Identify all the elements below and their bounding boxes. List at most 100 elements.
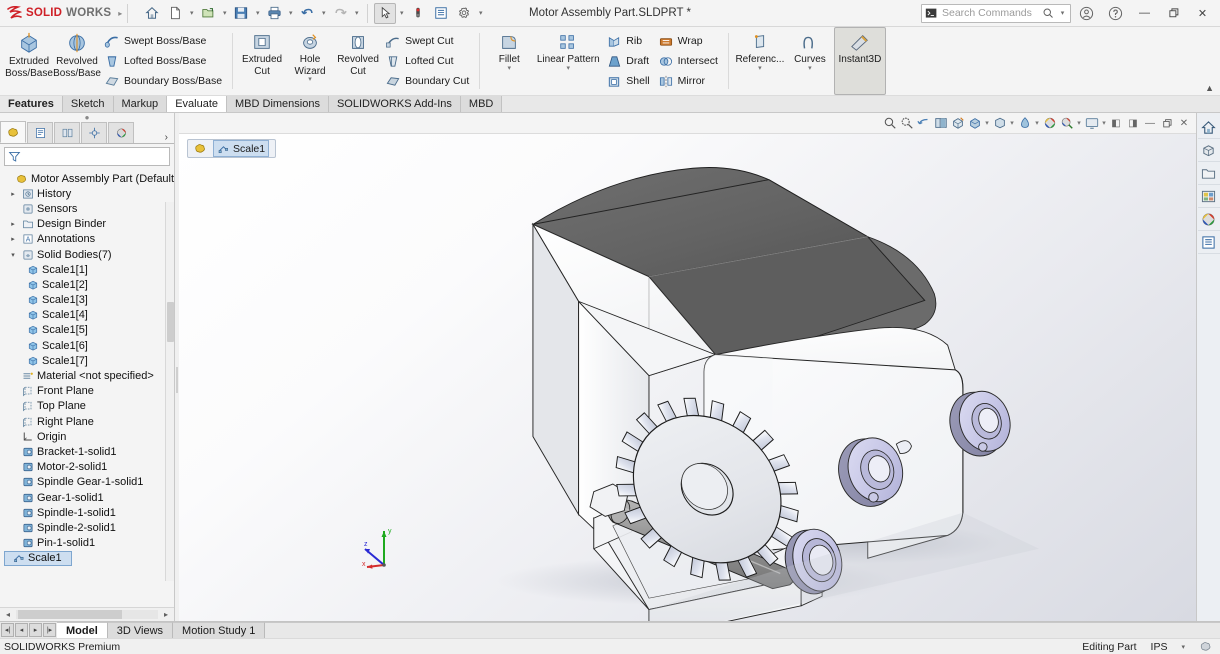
redo-caret[interactable]: ▾	[352, 9, 361, 17]
logo-dropdown-caret[interactable]: ▸	[118, 9, 122, 18]
zoom-to-area-icon[interactable]	[898, 114, 915, 132]
curves-button[interactable]: Curves ▾	[786, 27, 834, 95]
minimize-doc-icon[interactable]: —	[1142, 115, 1158, 131]
feature-manager-tab[interactable]	[0, 121, 26, 143]
select-cursor-icon[interactable]	[374, 2, 397, 24]
lofted-cut-button[interactable]: Lofted Cut	[382, 51, 474, 71]
display-style-caret[interactable]: ▾	[983, 119, 991, 127]
tree-filter-input[interactable]	[4, 147, 170, 166]
solidworks-logo[interactable]: SOLID WORKS	[0, 6, 111, 20]
last-tab-button[interactable]: |▸	[43, 623, 56, 637]
edit-appearance-icon[interactable]	[1016, 114, 1033, 132]
print-caret[interactable]: ▾	[286, 9, 295, 17]
open-file-caret[interactable]: ▾	[220, 9, 229, 17]
property-manager-tab[interactable]	[27, 122, 53, 143]
swept-boss-base-button[interactable]: Swept Boss/Base	[101, 31, 227, 51]
design-library-icon[interactable]	[1197, 140, 1220, 162]
tree-item-body[interactable]: Scale1[3]	[0, 293, 174, 308]
tree-item-pin[interactable]: Pin-1-solid1	[0, 536, 174, 551]
view-settings-caret[interactable]: ▾	[1075, 119, 1083, 127]
search-input[interactable]: Search Commands	[942, 7, 1038, 19]
viewport-layout-icon[interactable]	[1083, 114, 1100, 132]
prev-tab-button[interactable]: ◂	[15, 623, 28, 637]
hide-show-caret[interactable]: ▾	[1008, 119, 1016, 127]
tree-item-sensors[interactable]: Sensors	[0, 201, 174, 216]
curves-caret[interactable]: ▾	[808, 65, 812, 72]
breadcrumb-feature[interactable]: Scale1	[213, 140, 270, 157]
panel-more-tabs-arrow[interactable]: ›	[165, 132, 174, 143]
tab-features[interactable]: Features	[0, 95, 63, 112]
reference-geometry-button[interactable]: Referenc... ▾	[734, 27, 786, 95]
panel-auto-hide-pin[interactable]: ●	[0, 113, 174, 122]
tree-arrow[interactable]: ▸	[8, 235, 18, 243]
view-palette-icon[interactable]	[1197, 186, 1220, 208]
redo-icon[interactable]	[329, 3, 351, 24]
custom-properties-icon[interactable]	[1197, 232, 1220, 254]
tree-item-spindle-2[interactable]: Spindle-2-solid1	[0, 520, 174, 535]
new-file-caret[interactable]: ▾	[187, 9, 196, 17]
breadcrumb[interactable]: Scale1	[187, 139, 277, 158]
hscroll-thumb[interactable]	[18, 610, 122, 619]
bottom-tab-motion-study[interactable]: Motion Study 1	[173, 622, 266, 638]
account-icon[interactable]	[1073, 2, 1100, 24]
tree-horizontal-scrollbar[interactable]: ◂ ▸	[0, 607, 174, 621]
tree-item-body[interactable]: Scale1[7]	[0, 353, 174, 368]
search-dropdown-caret[interactable]: ▾	[1058, 9, 1067, 17]
tree-item-spindle-gear[interactable]: Spindle Gear-1-solid1	[0, 475, 174, 490]
view-orientation-icon[interactable]	[949, 114, 966, 132]
swept-cut-button[interactable]: Swept Cut	[382, 31, 474, 51]
restore-doc-icon[interactable]	[1159, 115, 1175, 131]
intersect-button[interactable]: Intersect	[655, 51, 723, 71]
linear-pattern-caret[interactable]: ▾	[567, 65, 571, 72]
open-folder-icon[interactable]	[197, 3, 219, 24]
tree-item-motor[interactable]: Motor-2-solid1	[0, 460, 174, 475]
tree-item-material[interactable]: Material <not specified>	[0, 368, 174, 383]
draft-button[interactable]: Draft	[603, 51, 654, 71]
revolved-boss-base-button[interactable]: Revolved Boss/Base	[53, 27, 101, 95]
tree-item-spindle-1[interactable]: Spindle-1-solid1	[0, 505, 174, 520]
linear-pattern-button[interactable]: Linear Pattern ▾	[533, 27, 603, 95]
tree-item-body[interactable]: Scale1[4]	[0, 308, 174, 323]
scroll-left-arrow[interactable]: ◂	[2, 610, 14, 619]
save-icon[interactable]	[230, 3, 252, 24]
tree-arrow[interactable]: ▸	[8, 190, 18, 198]
tree-item-bracket[interactable]: Bracket-1-solid1	[0, 444, 174, 459]
status-units-label[interactable]: IPS	[1151, 641, 1168, 653]
dimxpert-manager-tab[interactable]	[81, 122, 107, 143]
tab-markup[interactable]: Markup	[113, 95, 168, 112]
home-icon[interactable]	[141, 3, 163, 24]
tab-sketch[interactable]: Sketch	[62, 95, 114, 112]
tab-mbd[interactable]: MBD	[460, 95, 503, 112]
lofted-boss-base-button[interactable]: Lofted Boss/Base	[101, 51, 227, 71]
tree-item-design-binder[interactable]: ▸ Design Binder	[0, 217, 174, 232]
display-style-icon[interactable]	[966, 114, 983, 132]
model-canvas[interactable]: Scale1 y z x	[179, 134, 1196, 621]
bottom-tab-3d-views[interactable]: 3D Views	[107, 622, 174, 638]
rib-button[interactable]: Rib	[603, 31, 654, 51]
tree-item-gear[interactable]: Gear-1-solid1	[0, 490, 174, 505]
extruded-cut-button[interactable]: Extruded Cut	[238, 27, 286, 95]
tree-arrow[interactable]: ▾	[8, 251, 18, 259]
rebuild-icon[interactable]	[407, 3, 429, 24]
options-caret[interactable]: ▾	[476, 9, 485, 17]
hole-wizard-button[interactable]: Hole Wizard ▾	[286, 27, 334, 95]
tile-left-icon[interactable]: ◧	[1108, 115, 1124, 131]
new-file-icon[interactable]	[164, 3, 186, 24]
tree-item-front-plane[interactable]: Front Plane	[0, 384, 174, 399]
tree-item-body[interactable]: Scale1[6]	[0, 338, 174, 353]
close-window-button[interactable]: ✕	[1189, 2, 1216, 24]
hscroll-track[interactable]	[16, 610, 158, 619]
tree-arrow[interactable]: ▸	[8, 220, 18, 228]
close-doc-icon[interactable]: ✕	[1176, 115, 1192, 131]
revolved-cut-button[interactable]: Revolved Cut	[334, 27, 382, 95]
view-settings-icon[interactable]	[1058, 114, 1075, 132]
status-units-caret[interactable]: ▾	[1181, 643, 1185, 651]
file-explorer-icon[interactable]	[1197, 163, 1220, 185]
restore-window-button[interactable]	[1160, 2, 1187, 24]
customize-status-icon[interactable]	[1199, 640, 1212, 653]
tree-item-solid-bodies[interactable]: ▾ Solid Bodies(7)	[0, 247, 174, 262]
apply-scene-icon[interactable]	[1041, 114, 1058, 132]
tree-item-body[interactable]: Scale1[1]	[0, 262, 174, 277]
first-tab-button[interactable]: ◂|	[1, 623, 14, 637]
boundary-boss-base-button[interactable]: Boundary Boss/Base	[101, 71, 227, 91]
